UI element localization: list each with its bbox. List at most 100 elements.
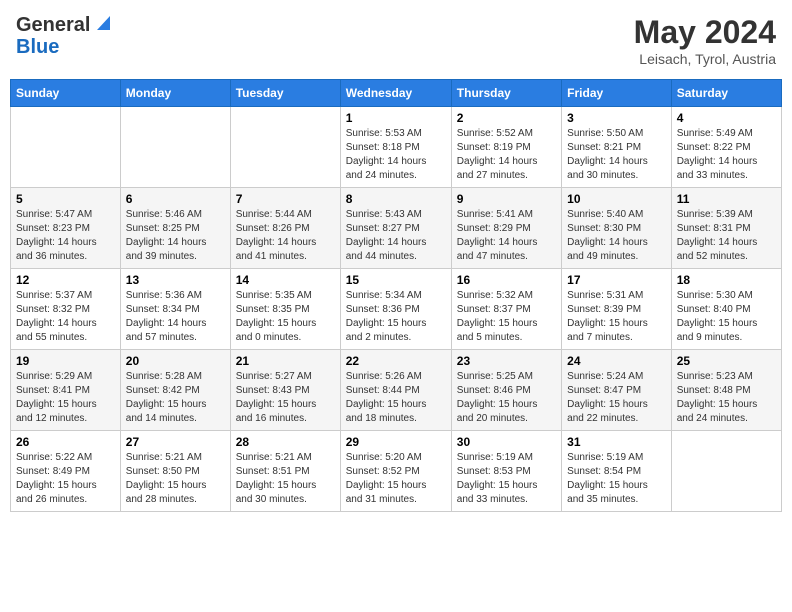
day-cell: 26 Sunrise: 5:22 AMSunset: 8:49 PMDayligh… (11, 431, 121, 512)
title-block: May 2024 Leisach, Tyrol, Austria (634, 14, 776, 67)
day-number: 4 (677, 111, 776, 125)
day-cell (671, 431, 781, 512)
day-cell: 24Sunrise: 5:24 AMSunset: 8:47 PMDayligh… (562, 350, 672, 431)
day-info: Sunrise: 5:23 AMSunset: 8:48 PMDaylight:… (677, 370, 776, 426)
day-number: 24 (567, 354, 666, 368)
day-cell: 9 Sunrise: 5:41 AMSunset: 8:29 PMDaylight… (451, 188, 561, 269)
day-number: 9 (457, 192, 556, 206)
day-info: Sunrise: 5:28 AMSunset: 8:42 PMDaylight:… (126, 370, 225, 426)
day-number: 12 (16, 273, 115, 287)
day-info: Sunrise: 5:41 AMSunset: 8:29 PMDaylight:… (457, 208, 556, 264)
header-row: SundayMondayTuesdayWednesdayThursdayFrid… (11, 80, 782, 107)
day-cell: 13 Sunrise: 5:36 AMSunset: 8:34 PMDayligh… (120, 269, 230, 350)
day-number: 3 (567, 111, 666, 125)
day-number: 8 (346, 192, 446, 206)
header-cell-monday: Monday (120, 80, 230, 107)
day-cell: 6 Sunrise: 5:46 AMSunset: 8:25 PMDaylight… (120, 188, 230, 269)
day-info: Sunrise: 5:50 AMSunset: 8:21 PMDaylight:… (567, 127, 666, 183)
day-info: Sunrise: 5:22 AMSunset: 8:49 PMDaylight:… (16, 451, 115, 507)
header-cell-friday: Friday (562, 80, 672, 107)
day-info: Sunrise: 5:29 AMSunset: 8:41 PMDaylight:… (16, 370, 115, 426)
day-info: Sunrise: 5:36 AMSunset: 8:34 PMDaylight:… (126, 289, 225, 345)
day-cell: 30Sunrise: 5:19 AMSunset: 8:53 PMDayligh… (451, 431, 561, 512)
day-number: 17 (567, 273, 666, 287)
day-cell: 14 Sunrise: 5:35 AMSunset: 8:35 PMDayligh… (230, 269, 340, 350)
month-title: May 2024 (634, 14, 776, 51)
day-info: Sunrise: 5:35 AMSunset: 8:35 PMDaylight:… (236, 289, 335, 345)
day-cell: 10 Sunrise: 5:40 AMSunset: 8:30 PMDayligh… (562, 188, 672, 269)
logo-general-text: General (16, 14, 90, 36)
calendar-header: SundayMondayTuesdayWednesdayThursdayFrid… (11, 80, 782, 107)
day-cell: 28Sunrise: 5:21 AMSunset: 8:51 PMDayligh… (230, 431, 340, 512)
day-number: 11 (677, 192, 776, 206)
day-info: Sunrise: 5:44 AMSunset: 8:26 PMDaylight:… (236, 208, 335, 264)
logo: General Blue (16, 14, 110, 58)
day-info: Sunrise: 5:43 AMSunset: 8:27 PMDaylight:… (346, 208, 446, 264)
week-row-3: 12 Sunrise: 5:37 AMSunset: 8:32 PMDayligh… (11, 269, 782, 350)
day-cell: 20 Sunrise: 5:28 AMSunset: 8:42 PMDayligh… (120, 350, 230, 431)
week-row-2: 5 Sunrise: 5:47 AMSunset: 8:23 PMDaylight… (11, 188, 782, 269)
day-info: Sunrise: 5:20 AMSunset: 8:52 PMDaylight:… (346, 451, 446, 507)
day-info: Sunrise: 5:30 AMSunset: 8:40 PMDaylight:… (677, 289, 776, 345)
day-number: 29 (346, 435, 446, 449)
logo-triangle-icon (92, 14, 110, 32)
day-cell: 15Sunrise: 5:34 AMSunset: 8:36 PMDayligh… (340, 269, 451, 350)
header-cell-tuesday: Tuesday (230, 80, 340, 107)
day-cell: 31Sunrise: 5:19 AMSunset: 8:54 PMDayligh… (562, 431, 672, 512)
day-info: Sunrise: 5:27 AMSunset: 8:43 PMDaylight:… (236, 370, 335, 426)
page-header: General Blue May 2024 Leisach, Tyrol, Au… (10, 10, 782, 71)
day-info: Sunrise: 5:47 AMSunset: 8:23 PMDaylight:… (16, 208, 115, 264)
day-number: 25 (677, 354, 776, 368)
day-info: Sunrise: 5:53 AMSunset: 8:18 PMDaylight:… (346, 127, 446, 183)
day-cell (230, 107, 340, 188)
day-info: Sunrise: 5:40 AMSunset: 8:30 PMDaylight:… (567, 208, 666, 264)
day-cell: 21Sunrise: 5:27 AMSunset: 8:43 PMDayligh… (230, 350, 340, 431)
day-info: Sunrise: 5:37 AMSunset: 8:32 PMDaylight:… (16, 289, 115, 345)
day-info: Sunrise: 5:26 AMSunset: 8:44 PMDaylight:… (346, 370, 446, 426)
day-number: 5 (16, 192, 115, 206)
day-cell: 11 Sunrise: 5:39 AMSunset: 8:31 PMDayligh… (671, 188, 781, 269)
day-cell: 2 Sunrise: 5:52 AMSunset: 8:19 PMDaylight… (451, 107, 561, 188)
day-info: Sunrise: 5:39 AMSunset: 8:31 PMDaylight:… (677, 208, 776, 264)
day-number: 20 (126, 354, 225, 368)
day-number: 14 (236, 273, 335, 287)
day-cell: 22 Sunrise: 5:26 AMSunset: 8:44 PMDayligh… (340, 350, 451, 431)
day-number: 15 (346, 273, 446, 287)
day-number: 22 (346, 354, 446, 368)
calendar-table: SundayMondayTuesdayWednesdayThursdayFrid… (10, 79, 782, 512)
day-cell: 7Sunrise: 5:44 AMSunset: 8:26 PMDaylight… (230, 188, 340, 269)
header-cell-wednesday: Wednesday (340, 80, 451, 107)
day-info: Sunrise: 5:49 AMSunset: 8:22 PMDaylight:… (677, 127, 776, 183)
week-row-4: 19 Sunrise: 5:29 AMSunset: 8:41 PMDayligh… (11, 350, 782, 431)
day-number: 2 (457, 111, 556, 125)
day-cell: 12 Sunrise: 5:37 AMSunset: 8:32 PMDayligh… (11, 269, 121, 350)
location-text: Leisach, Tyrol, Austria (634, 51, 776, 67)
day-number: 6 (126, 192, 225, 206)
day-number: 10 (567, 192, 666, 206)
week-row-1: 1Sunrise: 5:53 AMSunset: 8:18 PMDaylight… (11, 107, 782, 188)
header-cell-saturday: Saturday (671, 80, 781, 107)
day-info: Sunrise: 5:52 AMSunset: 8:19 PMDaylight:… (457, 127, 556, 183)
day-number: 13 (126, 273, 225, 287)
day-cell: 5 Sunrise: 5:47 AMSunset: 8:23 PMDaylight… (11, 188, 121, 269)
day-number: 26 (16, 435, 115, 449)
logo-blue-text: Blue (16, 36, 110, 58)
day-cell: 8 Sunrise: 5:43 AMSunset: 8:27 PMDaylight… (340, 188, 451, 269)
day-number: 18 (677, 273, 776, 287)
day-cell: 27Sunrise: 5:21 AMSunset: 8:50 PMDayligh… (120, 431, 230, 512)
day-info: Sunrise: 5:46 AMSunset: 8:25 PMDaylight:… (126, 208, 225, 264)
day-cell: 18 Sunrise: 5:30 AMSunset: 8:40 PMDayligh… (671, 269, 781, 350)
day-info: Sunrise: 5:25 AMSunset: 8:46 PMDaylight:… (457, 370, 556, 426)
day-cell: 16Sunrise: 5:32 AMSunset: 8:37 PMDayligh… (451, 269, 561, 350)
day-cell: 17Sunrise: 5:31 AMSunset: 8:39 PMDayligh… (562, 269, 672, 350)
week-row-5: 26 Sunrise: 5:22 AMSunset: 8:49 PMDayligh… (11, 431, 782, 512)
header-cell-sunday: Sunday (11, 80, 121, 107)
day-cell: 23 Sunrise: 5:25 AMSunset: 8:46 PMDayligh… (451, 350, 561, 431)
day-number: 19 (16, 354, 115, 368)
day-cell: 3 Sunrise: 5:50 AMSunset: 8:21 PMDaylight… (562, 107, 672, 188)
day-cell (120, 107, 230, 188)
day-number: 30 (457, 435, 556, 449)
day-number: 31 (567, 435, 666, 449)
day-number: 23 (457, 354, 556, 368)
calendar-body: 1Sunrise: 5:53 AMSunset: 8:18 PMDaylight… (11, 107, 782, 512)
